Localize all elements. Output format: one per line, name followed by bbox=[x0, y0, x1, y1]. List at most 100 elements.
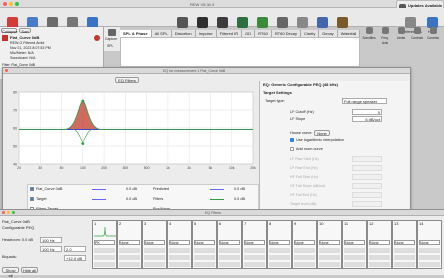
target-type-select[interactable]: Full range speaker bbox=[342, 98, 387, 104]
filter-slot-14[interactable]: 14 None bbox=[417, 220, 442, 269]
hide-all-button[interactable]: Hide all bbox=[21, 267, 38, 273]
filter-param-field[interactable] bbox=[144, 255, 165, 260]
filter-type-select[interactable]: None bbox=[344, 240, 365, 245]
filter-type-select[interactable]: None bbox=[319, 240, 340, 245]
filter-param-field[interactable] bbox=[169, 248, 190, 253]
filters-minimize-icon[interactable] bbox=[7, 211, 10, 214]
filter-param-field[interactable] bbox=[419, 248, 440, 253]
filter-slot-2[interactable]: 2 None bbox=[117, 220, 142, 269]
filter-param-field[interactable] bbox=[169, 262, 190, 267]
tab-rt60[interactable]: RT60 bbox=[255, 30, 272, 37]
capture-icon[interactable] bbox=[108, 29, 116, 36]
tab-decay[interactable]: Decay bbox=[319, 30, 338, 37]
filter-slot-11[interactable]: 11 None bbox=[342, 220, 367, 269]
filter-slot-8[interactable]: 8 None bbox=[267, 220, 292, 269]
filter-param-field[interactable] bbox=[169, 255, 190, 260]
filter-type-select[interactable]: None bbox=[119, 240, 140, 245]
filter-type-select[interactable]: None bbox=[394, 240, 415, 245]
q-input[interactable]: 2.0 bbox=[64, 246, 86, 252]
house-curve-button[interactable]: None bbox=[314, 130, 330, 136]
filter-type-select[interactable]: None bbox=[369, 240, 390, 245]
controls-tool-1[interactable]: Controls bbox=[410, 27, 424, 40]
filter-type-select[interactable]: PK bbox=[94, 240, 115, 245]
measurement-name[interactable]: Flat_Curve 0dB bbox=[10, 35, 39, 40]
gain-input[interactable]: +12.0 dB bbox=[64, 255, 86, 261]
lf-cutoff-field[interactable]: 0 bbox=[352, 109, 382, 115]
filter-param-field[interactable] bbox=[394, 248, 415, 253]
filter-param-field[interactable] bbox=[319, 262, 340, 267]
filter-param-field[interactable] bbox=[219, 262, 240, 267]
filter-param-field[interactable] bbox=[319, 248, 340, 253]
filter-slot-4[interactable]: 4 None bbox=[167, 220, 192, 269]
filter-param-field[interactable] bbox=[94, 255, 115, 260]
filter-slot-1[interactable]: 1 PK bbox=[92, 220, 117, 269]
filter-param-field[interactable] bbox=[269, 248, 290, 253]
filter-slot-9[interactable]: 9 None bbox=[292, 220, 317, 269]
filter-param-field[interactable] bbox=[344, 248, 365, 253]
filter-param-field[interactable] bbox=[369, 248, 390, 253]
freq-axis-tool[interactable]: Freq. Axis bbox=[378, 27, 392, 45]
lf-slope-select[interactable]: 6 dB/oct bbox=[352, 116, 382, 122]
filter-param-field[interactable] bbox=[219, 248, 240, 253]
filter-param-field[interactable] bbox=[319, 255, 340, 260]
filter-param-field[interactable] bbox=[94, 248, 115, 253]
legend-checkbox[interactable] bbox=[30, 187, 34, 191]
filter-param-field[interactable] bbox=[144, 248, 165, 253]
tab-all-spl[interactable]: All SPL bbox=[151, 30, 172, 37]
maximize-window-icon[interactable] bbox=[15, 2, 19, 6]
tab-filtered-ir[interactable]: Filtered IR bbox=[216, 30, 243, 37]
filter-param-field[interactable] bbox=[219, 255, 240, 260]
filter-param-field[interactable] bbox=[244, 262, 265, 267]
filter-param-field[interactable] bbox=[144, 262, 165, 267]
filter-type-select[interactable]: None bbox=[419, 240, 440, 245]
filter-type-select[interactable]: None bbox=[244, 240, 265, 245]
filter-slot-7[interactable]: 7 None bbox=[242, 220, 267, 269]
interpolation-checkbox[interactable] bbox=[290, 138, 294, 142]
filter-param-field[interactable] bbox=[369, 262, 390, 267]
filter-type-select[interactable]: None bbox=[219, 240, 240, 245]
filters-maximize-icon[interactable] bbox=[12, 211, 15, 214]
filter-param-field[interactable] bbox=[194, 262, 215, 267]
filter-param-field[interactable] bbox=[394, 262, 415, 267]
minimize-window-icon[interactable] bbox=[9, 2, 13, 6]
filter-type-select[interactable]: None bbox=[294, 240, 315, 245]
collapse-button[interactable]: Collapse bbox=[1, 28, 18, 34]
freq-input-1[interactable]: 100 Hz bbox=[40, 237, 62, 243]
filter-param-field[interactable] bbox=[269, 255, 290, 260]
filter-param-field[interactable] bbox=[194, 255, 215, 260]
controls-tool-2[interactable]: Controls bbox=[426, 27, 440, 40]
freq-input-2[interactable]: 100 Hz bbox=[40, 246, 62, 252]
filter-param-field[interactable] bbox=[419, 255, 440, 260]
filter-param-field[interactable] bbox=[119, 248, 140, 253]
filter-type-select[interactable]: None bbox=[194, 240, 215, 245]
eq-filters-button[interactable]: EQ Filters bbox=[115, 77, 139, 83]
filter-slot-6[interactable]: 6 None bbox=[217, 220, 242, 269]
filter-param-field[interactable] bbox=[244, 248, 265, 253]
filter-param-field[interactable] bbox=[194, 248, 215, 253]
filter-slot-10[interactable]: 10 None bbox=[317, 220, 342, 269]
close-measurement-icon[interactable] bbox=[94, 35, 100, 41]
sort-button[interactable]: Sort bbox=[19, 28, 31, 34]
close-eq-window-icon[interactable] bbox=[5, 69, 8, 72]
add-room-curve-checkbox[interactable] bbox=[290, 147, 294, 151]
tab-distortion[interactable]: Distortion bbox=[171, 30, 196, 37]
tab-impulse[interactable]: Impulse bbox=[195, 30, 217, 37]
close-filters-window-icon[interactable] bbox=[2, 211, 5, 214]
filter-param-field[interactable] bbox=[269, 262, 290, 267]
filter-slot-5[interactable]: 5 None bbox=[192, 220, 217, 269]
filter-param-field[interactable] bbox=[119, 262, 140, 267]
filter-param-field[interactable] bbox=[294, 255, 315, 260]
filter-param-field[interactable] bbox=[369, 255, 390, 260]
filter-param-field[interactable] bbox=[294, 248, 315, 253]
tab-spl-phase[interactable]: SPL & Phase bbox=[120, 30, 152, 37]
tab-waterfall[interactable]: Waterfall bbox=[337, 30, 361, 37]
close-window-icon[interactable] bbox=[3, 2, 7, 6]
filter-param-field[interactable] bbox=[394, 255, 415, 260]
filter-param-field[interactable] bbox=[294, 262, 315, 267]
filter-param-field[interactable] bbox=[344, 262, 365, 267]
filter-slot-3[interactable]: 3 None bbox=[142, 220, 167, 269]
filter-type-select[interactable]: None bbox=[269, 240, 290, 245]
filter-type-select[interactable]: None bbox=[169, 240, 190, 245]
show-all-button[interactable]: Show all bbox=[2, 267, 19, 278]
tab-rt60-decay[interactable]: RT60 Decay bbox=[271, 30, 301, 37]
